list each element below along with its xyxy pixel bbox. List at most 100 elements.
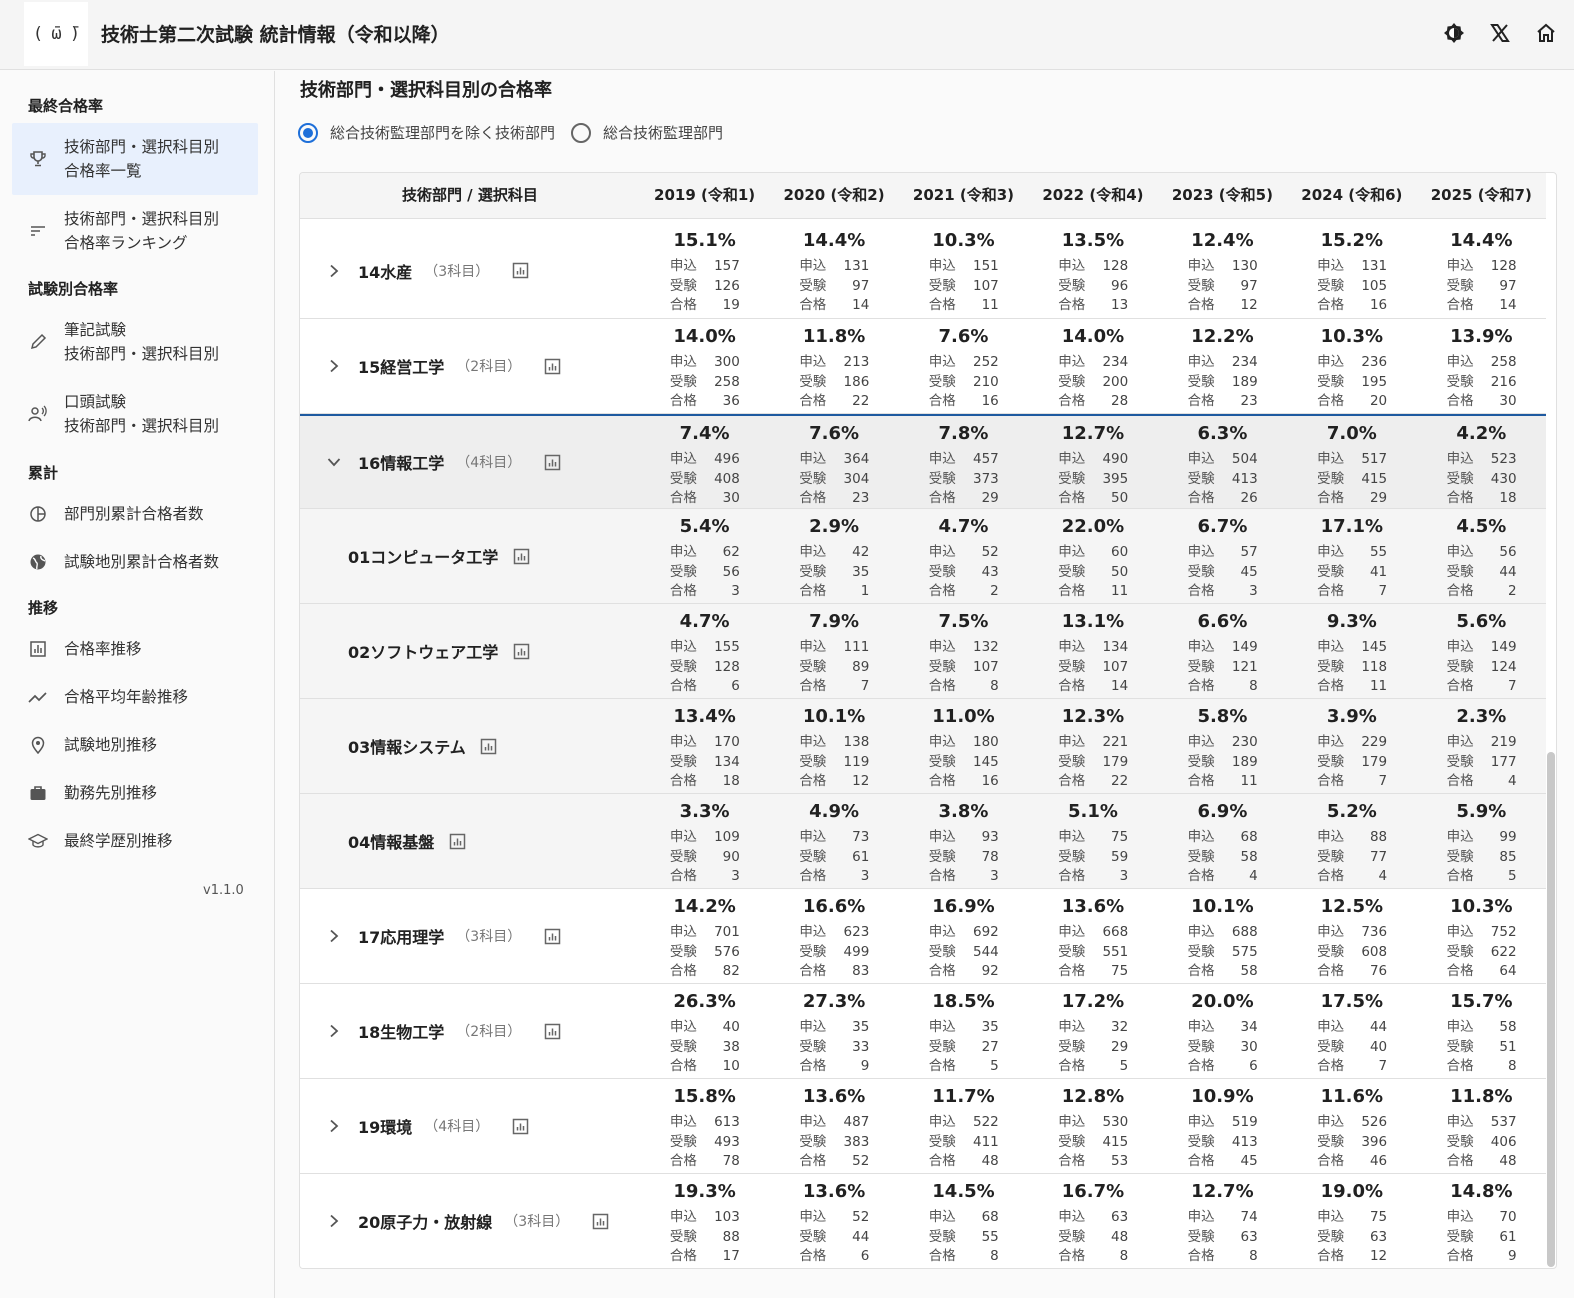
stat-line: 合格 3 [929,867,999,887]
radio-general-only[interactable]: 総合技術監理部門 [571,122,723,143]
sidebar-item[interactable]: 試験地別累計合格者数 [12,538,258,586]
stat-label: 申込 [928,734,956,750]
department-row[interactable]: 17応用理学 （3科目） 14.2% 申込 701 受験 576 合格 82 16.6% 申込 623… [300,889,1546,984]
stats: 申込 88 受験 77 合格 4 [1317,828,1387,887]
stat-line: 合格 19 [670,296,740,316]
stat-line: 受験 499 [799,943,869,963]
sidebar-item[interactable]: 技術部門・選択科目別 合格率一覧 [12,123,258,195]
radio-checked-icon[interactable] [298,122,318,143]
header-year[interactable]: 2024 (令和6) [1287,173,1416,218]
scrollbar[interactable] [1547,752,1555,1267]
bar-chart-icon[interactable] [511,1117,529,1135]
sidebar-item-label: 試験地別累計合格者数 [64,550,219,574]
x-logo-icon[interactable] [1486,18,1514,48]
chevron-right-icon[interactable] [324,1024,344,1038]
radio-unchecked-icon[interactable] [571,122,592,143]
theme-toggle-icon[interactable] [1440,18,1468,48]
stat-label: 合格 [928,963,956,979]
stat-line: 受験 107 [1058,658,1128,678]
chevron-right-icon[interactable] [324,1119,344,1133]
sidebar-item[interactable]: 筆記試験 技術部門・選択科目別 [12,306,258,378]
pass-rate: 11.6% [1320,1086,1384,1107]
pass-rate: 13.1% [1061,611,1125,632]
department-row[interactable]: 18生物工学 （2科目） 26.3% 申込 40 受験 38 合格 10 27.3% 申込 35 受験 3… [300,984,1546,1079]
pass-rate: 7.8% [938,423,989,444]
header-year[interactable]: 2022 (令和4) [1028,173,1157,218]
subject-row[interactable]: 03情報システム 13.4% 申込 170 受験 134 合格 18 10.1% 申込 138 受験 1… [300,699,1546,794]
department-row[interactable]: 19環境 （4科目） 15.8% 申込 613 受験 493 合格 78 13.6% 申込 487 受験… [300,1079,1546,1174]
sidebar-item-label: 部門別累計合格者数 [64,502,204,526]
bar-chart-icon[interactable] [543,927,561,945]
bar-chart-icon[interactable] [543,453,561,471]
header-year[interactable]: 2023 (令和5) [1158,173,1287,218]
bar-chart-icon[interactable] [480,737,498,755]
stat-label: 合格 [1317,963,1345,979]
bar-chart-icon[interactable] [512,547,530,565]
stat-value: 63 [1369,1228,1388,1245]
department-row[interactable]: 14水産 （3科目） 15.1% 申込 157 受験 126 合格 19 14.4% 申込 131 受験… [300,223,1546,319]
department-row[interactable]: 16情報工学 （4科目） 7.4% 申込 496 受験 408 合格 30 7.6% 申込 364 受験… [300,414,1546,509]
pass-rate: 15.7% [1450,991,1513,1012]
sidebar-item[interactable]: 最終学歴別推移 [12,817,258,865]
sidebar-item[interactable]: 試験地別推移 [12,721,258,769]
stat-line: 申込 613 [670,1113,740,1133]
chevron-right-icon[interactable] [324,264,344,278]
bar-chart-icon[interactable] [591,1212,609,1230]
bar-chart-icon[interactable] [448,832,466,850]
stat-label: 受験 [1187,563,1215,580]
sidebar-item[interactable]: 合格率推移 [12,625,258,673]
stat-value: 46 [1369,1153,1388,1169]
bar-chart-icon[interactable] [543,357,561,375]
bar-chart-icon[interactable] [511,262,529,280]
stat-value: 7 [1378,773,1388,789]
stat-line: 申込 68 [1188,828,1258,848]
stat-value: 179 [1361,753,1388,770]
subject-row[interactable]: 02ソフトウェア工学 4.7% 申込 155 受験 128 合格 6 7.9% 申込 111 受験 89… [300,604,1546,699]
trending-icon [28,687,48,707]
sidebar-item[interactable]: 勤務先別推移 [12,769,258,817]
chevron-right-icon[interactable] [324,1214,344,1228]
subject-row[interactable]: 04情報基盤 3.3% 申込 109 受験 90 合格 3 4.9% 申込 73 受験 61 合格 3 3.8… [300,794,1546,889]
stat-line: 合格 10 [670,1057,740,1077]
stat-line: 合格 14 [799,296,869,316]
home-icon[interactable] [1532,18,1560,48]
stat-value: 2 [990,583,999,599]
header-year[interactable]: 2019 (令和1) [640,173,769,218]
stat-value: 22 [1111,773,1129,789]
sidebar-item[interactable]: 部門別累計合格者数 [12,490,258,538]
stat-value: 41 [1369,563,1388,580]
sidebar-item[interactable]: 合格平均年齢推移 [12,673,258,721]
header-year[interactable]: 2021 (令和3) [899,173,1028,218]
stat-line: 受験 395 [1058,470,1128,490]
stat-value: 29 [1369,490,1388,506]
stat-line: 受験 45 [1188,563,1258,583]
stat-value: 35 [852,563,870,580]
stat-label: 合格 [1446,393,1474,409]
chevron-down-icon[interactable] [324,456,344,468]
sidebar-item[interactable]: 口頭試験 技術部門・選択科目別 [12,378,258,450]
stat-line: 申込 128 [1447,257,1517,277]
chevron-right-icon[interactable] [324,929,344,943]
bar-chart-icon[interactable] [512,642,530,660]
app-logo[interactable]: ( ̄ω ̄) [24,2,88,66]
department-row[interactable]: 20原子力・放射線 （3科目） 19.3% 申込 103 受験 88 合格 17 13.6% 申込 5… [300,1174,1546,1268]
header-year[interactable]: 2025 (令和7) [1417,173,1546,218]
sidebar-item-label: 技術部門・選択科目別 合格率一覧 [64,135,219,183]
header-year[interactable]: 2020 (令和2) [769,173,898,218]
sidebar-item[interactable]: 技術部門・選択科目別 合格率ランキング [12,195,258,267]
stat-label: 合格 [799,868,827,884]
stat-line: 受験 396 [1317,1133,1387,1153]
radio-exclude-general[interactable]: 総合技術監理部門を除く技術部門 [298,122,555,143]
sidebar-item-label: 試験地別推移 [64,733,157,757]
department-row[interactable]: 15経営工学 （2科目） 14.0% 申込 300 受験 258 合格 36 11.8% 申込 213… [300,319,1546,414]
stat-line: 合格 16 [1317,296,1387,316]
stat-label: 合格 [669,773,697,789]
bar-chart-icon[interactable] [543,1022,561,1040]
stat-value: 57 [1240,544,1258,560]
stat-line: 受験 128 [670,658,740,678]
chevron-right-icon[interactable] [324,359,344,373]
subject-row[interactable]: 01コンピュータ工学 5.4% 申込 62 受験 56 合格 3 2.9% 申込 42 受験 35 合格 1… [300,509,1546,604]
pass-rate: 19.0% [1320,1181,1384,1202]
stat-line: 合格 7 [1447,677,1517,697]
stat-value: 219 [1490,734,1517,750]
